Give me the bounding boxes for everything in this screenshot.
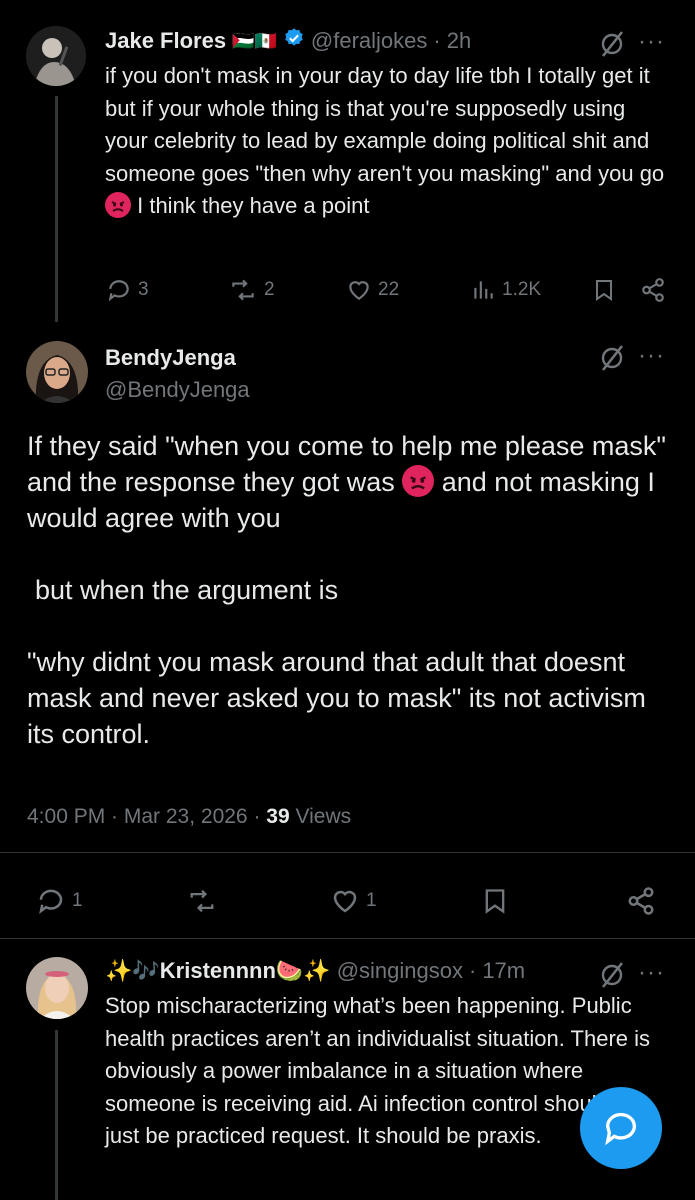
avatar[interactable] — [26, 957, 88, 1019]
repost-icon — [232, 279, 254, 301]
tweet-text: If they said "when you come to help me p… — [27, 428, 677, 752]
divider — [0, 852, 695, 853]
post-time[interactable]: 17m — [482, 958, 525, 984]
separator-dot: · — [468, 958, 477, 983]
timestamp-text: 4:00 PM · Mar 23, 2026 · — [27, 805, 267, 828]
avatar[interactable] — [26, 26, 86, 86]
heart-icon — [333, 890, 357, 913]
tweet-text-part: if you don't mask in your day to day lif… — [105, 63, 665, 186]
author-handle[interactable]: @feraljokes — [311, 28, 428, 54]
tweet-text-part: I think they have a point — [131, 193, 370, 218]
repost-button[interactable] — [186, 886, 218, 916]
share-button[interactable] — [626, 886, 656, 916]
paragraph: but when the argument is — [35, 575, 339, 605]
bookmark-button[interactable] — [592, 277, 616, 303]
bookmark-button[interactable] — [481, 886, 509, 916]
author-name[interactable]: Jake Flores — [105, 28, 226, 54]
grok-icon[interactable] — [597, 29, 627, 64]
new-message-button[interactable] — [580, 1087, 662, 1169]
angry-face-emoji-icon — [105, 192, 131, 218]
reply-count: 1 — [72, 890, 83, 911]
bookmark-icon — [596, 280, 612, 301]
repost-button[interactable]: 2 — [228, 277, 275, 303]
more-options-icon[interactable]: ··· — [638, 28, 665, 56]
bookmark-icon — [485, 889, 505, 914]
share-button[interactable] — [640, 277, 666, 303]
tweet-text: if you don't mask in your day to day lif… — [105, 60, 670, 223]
author-name[interactable]: ✨🎶Kristennnn🍉✨ — [105, 958, 331, 984]
repost-icon — [190, 889, 214, 913]
share-icon — [628, 887, 654, 915]
heart-icon — [349, 281, 369, 300]
repost-count: 2 — [264, 279, 275, 300]
divider — [0, 938, 695, 939]
author-handle[interactable]: @BendyJenga — [105, 377, 250, 403]
thread-line — [55, 96, 58, 322]
thread-line — [55, 1030, 58, 1200]
flag-icons: 🇵🇸🇲🇽 — [232, 30, 277, 51]
more-options-icon[interactable]: ··· — [638, 959, 665, 987]
views-label: Views — [289, 805, 352, 828]
separator-dot: · — [433, 28, 441, 53]
grok-icon[interactable] — [597, 343, 627, 378]
paragraph: "why didnt you mask around that adult th… — [27, 647, 646, 749]
share-icon — [642, 278, 664, 302]
chat-bubble-icon — [605, 1112, 636, 1146]
avatar[interactable] — [26, 341, 88, 403]
view-count: 39 — [266, 805, 290, 828]
verified-badge-icon — [283, 27, 305, 55]
like-count: 1 — [366, 890, 377, 911]
reply-button[interactable]: 1 — [36, 886, 83, 916]
post-timestamp[interactable]: 4:00 PM · Mar 23, 2026 · 39 Views — [27, 805, 351, 829]
tweet-header: ✨🎶Kristennnn🍉✨ @singingsox · 17m — [105, 958, 525, 984]
author-handle[interactable]: @singingsox — [337, 958, 463, 984]
views-button[interactable]: 1.2K — [470, 277, 541, 303]
view-count: 1.2K — [502, 279, 542, 300]
paragraph: If they said "when you come to help me p… — [27, 428, 677, 536]
analytics-icon — [474, 281, 493, 299]
reply-button[interactable]: 3 — [106, 277, 149, 303]
post-time[interactable]: 2h — [447, 28, 471, 54]
angry-face-emoji-icon — [402, 465, 435, 497]
tweet-header: Jake Flores 🇵🇸🇲🇽 @feraljokes · 2h — [105, 27, 471, 55]
reply-count: 3 — [138, 279, 149, 300]
like-button[interactable]: 22 — [346, 277, 399, 303]
more-options-icon[interactable]: ··· — [638, 342, 665, 370]
like-count: 22 — [378, 279, 400, 300]
reply-icon — [39, 889, 63, 914]
author-name[interactable]: BendyJenga — [105, 345, 236, 371]
reply-icon — [108, 280, 129, 302]
like-button[interactable]: 1 — [330, 886, 377, 916]
